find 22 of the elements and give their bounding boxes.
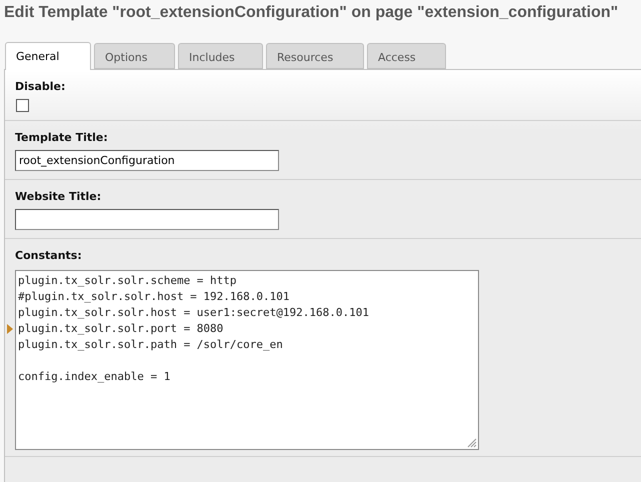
marker-icon xyxy=(7,324,13,334)
code-line: plugin.tx_solr.solr.port = 8080 xyxy=(18,322,224,335)
field-label: Constants: xyxy=(15,249,83,262)
field-label: Template Title: xyxy=(15,131,109,144)
resize-grip-icon[interactable] xyxy=(467,438,477,448)
code-line: plugin.tx_solr.solr.host = user1:secret@192.168.0.101 xyxy=(18,306,369,319)
tab[interactable]: Resources xyxy=(266,43,364,69)
tab[interactable]: Access xyxy=(367,43,446,69)
code-line: config.index_enable = 1 xyxy=(18,370,170,383)
code-line: #plugin.tx_solr.solr.host = 192.168.0.101 xyxy=(18,290,290,303)
tab[interactable]: Includes xyxy=(178,43,263,69)
field-label: Website Title: xyxy=(15,190,102,203)
tab[interactable]: General xyxy=(5,42,91,70)
checkbox[interactable] xyxy=(16,99,29,112)
tab[interactable]: Options xyxy=(94,43,175,69)
text-field[interactable] xyxy=(15,209,279,230)
page-title: Edit Template "root_extensionConfiguration" on page "extension_configuration" xyxy=(4,4,620,22)
code-line: plugin.tx_solr.solr.scheme = http xyxy=(18,274,237,287)
text-field[interactable]: root_extensionConfiguration xyxy=(15,150,279,171)
code-line: plugin.tx_solr.solr.path = /solr/core_en xyxy=(18,338,283,351)
code-editor[interactable] xyxy=(15,270,479,450)
field-label: Disable: xyxy=(15,80,66,93)
